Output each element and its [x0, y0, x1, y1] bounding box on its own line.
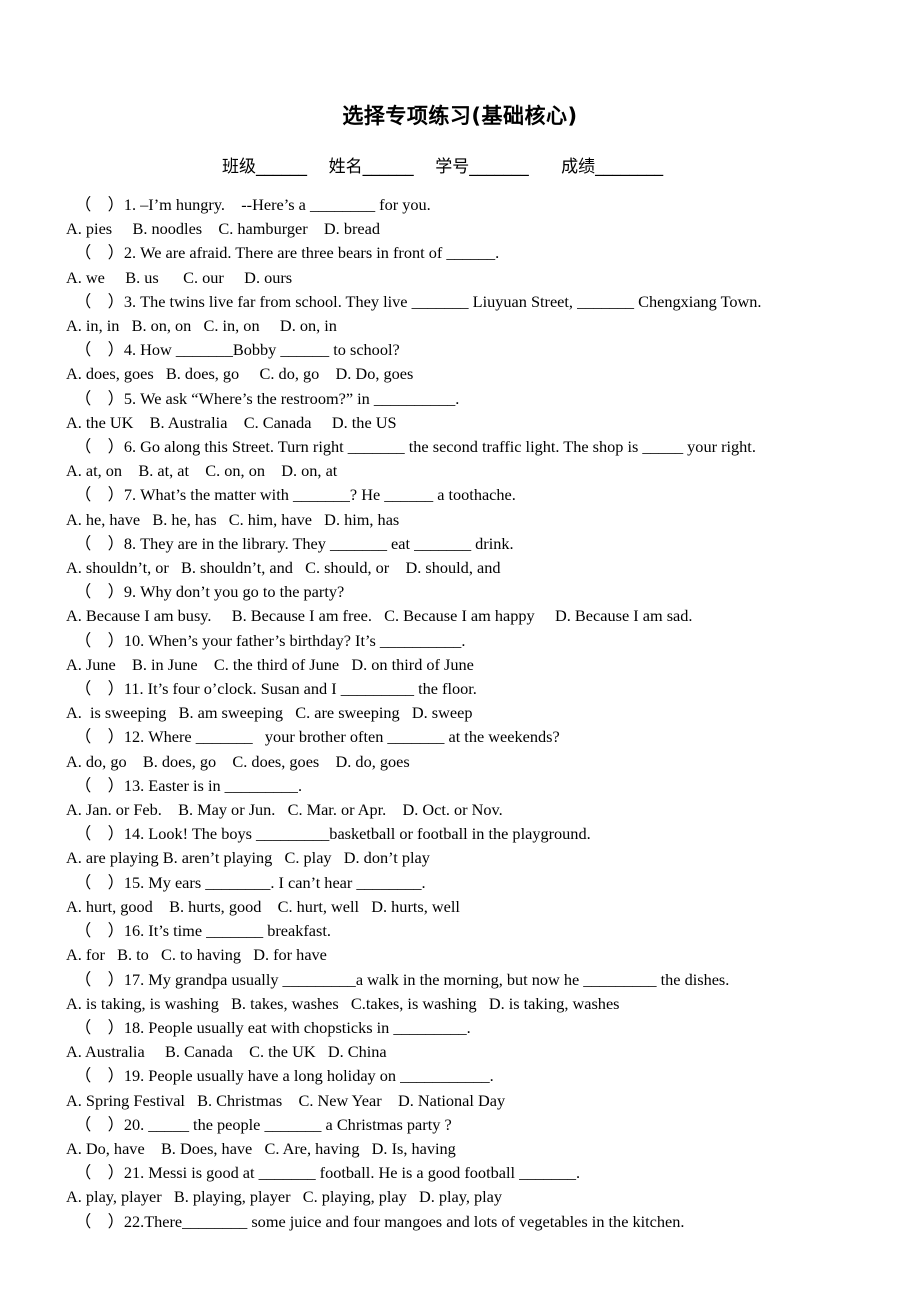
- question-options: A. does, goes B. does, go C. do, go D. D…: [66, 364, 414, 384]
- question-options: A. the UK B. Australia C. Canada D. the …: [66, 412, 397, 432]
- question-stem: （ ）3. The twins live far from school. Th…: [75, 291, 762, 311]
- question-stem: （ ）5. We ask “Where’s the restroom?” in …: [75, 388, 460, 408]
- question-item: （ ）14. Look! The boys _________basketbal…: [66, 822, 910, 870]
- question-stem: （ ）2. We are afraid. There are three bea…: [75, 243, 500, 263]
- question-options: A. is sweeping B. am sweeping C. are swe…: [66, 703, 473, 723]
- question-item: （ ）10. When’s your father’s birthday? It…: [66, 629, 910, 677]
- question-item: （ ）17. My grandpa usually _________a wal…: [66, 968, 910, 1016]
- worksheet-page: 选择专项练习(基础核心) 班级______ 姓名______ 学号_______…: [0, 0, 920, 1302]
- question-stem: （ ）8. They are in the library. They ____…: [75, 533, 514, 553]
- question-item: （ ）5. We ask “Where’s the restroom?” in …: [66, 387, 910, 435]
- question-item: （ ）19. People usually have a long holida…: [66, 1064, 910, 1112]
- question-options: A. Jan. or Feb. B. May or Jun. C. Mar. o…: [66, 800, 503, 820]
- student-info-line: 班级______ 姓名______ 学号_______ 成绩________: [222, 157, 664, 177]
- question-item: （ ）15. My ears ________. I can’t hear __…: [66, 871, 910, 919]
- question-options: A. Spring Festival B. Christmas C. New Y…: [66, 1090, 506, 1110]
- question-stem: （ ）19. People usually have a long holida…: [75, 1066, 494, 1086]
- question-item: （ ）8. They are in the library. They ____…: [66, 532, 910, 580]
- question-options: A. is taking, is washing B. takes, washe…: [66, 993, 620, 1013]
- question-options: A. Because I am busy. B. Because I am fr…: [66, 606, 693, 626]
- question-item: （ ）11. It’s four o’clock. Susan and I __…: [66, 677, 910, 725]
- question-options: A. we B. us C. our D. ours: [66, 267, 293, 287]
- question-list: （ ）1. –I’m hungry. --Here’s a ________ f…: [0, 177, 920, 1234]
- question-stem: （ ）12. Where _______ your brother often …: [75, 727, 560, 747]
- question-stem: （ ）17. My grandpa usually _________a wal…: [75, 969, 730, 989]
- question-item: （ ）21. Messi is good at _______ football…: [66, 1161, 910, 1209]
- question-item: （ ）7. What’s the matter with _______? He…: [66, 483, 910, 531]
- question-options: A. shouldn’t, or B. shouldn’t, and C. sh…: [66, 558, 501, 578]
- question-stem: （ ）6. Go along this Street. Turn right _…: [75, 437, 756, 457]
- question-item: （ ）1. –I’m hungry. --Here’s a ________ f…: [66, 193, 910, 241]
- question-options: A. play, player B. playing, player C. pl…: [66, 1187, 503, 1207]
- question-stem: （ ）22.There________ some juice and four …: [75, 1211, 685, 1231]
- question-item: （ ）13. Easter is in _________. A. Jan. or…: [66, 774, 910, 822]
- question-options: A. Australia B. Canada C. the UK D. Chin…: [66, 1042, 387, 1062]
- question-item: （ ）4. How _______Bobby ______ to school?…: [66, 338, 910, 386]
- question-item: （ ）12. Where _______ your brother often …: [66, 725, 910, 773]
- question-options: A. he, have B. he, has C. him, have D. h…: [66, 509, 400, 529]
- question-stem: （ ）1. –I’m hungry. --Here’s a ________ f…: [75, 195, 431, 214]
- question-item: （ ）6. Go along this Street. Turn right _…: [66, 435, 910, 483]
- question-stem: （ ）15. My ears ________. I can’t hear __…: [75, 872, 426, 892]
- question-stem: （ ）14. Look! The boys _________basketbal…: [75, 824, 591, 844]
- question-options: A. do, go B. does, go C. does, goes D. d…: [66, 751, 410, 771]
- question-item: （ ）16. It’s time _______ breakfast. A. fo…: [66, 919, 910, 967]
- question-stem: （ ）20. _____ the people _______ a Christ…: [75, 1114, 452, 1134]
- question-stem: （ ）11. It’s four o’clock. Susan and I __…: [75, 679, 477, 699]
- question-item: （ ）22.There________ some juice and four …: [66, 1210, 910, 1234]
- question-item: （ ）3. The twins live far from school. Th…: [66, 290, 910, 338]
- question-options: A. for B. to C. to having D. for have: [66, 945, 327, 965]
- question-options: A. in, in B. on, on C. in, on D. on, in: [66, 316, 337, 336]
- question-stem: （ ）9. Why don’t you go to the party?: [75, 582, 345, 602]
- question-options: A. are playing B. aren’t playing C. play…: [66, 848, 430, 868]
- question-item: （ ）2. We are afraid. There are three bea…: [66, 241, 910, 289]
- question-stem: （ ）4. How _______Bobby ______ to school?: [75, 340, 400, 360]
- question-item: （ ）18. People usually eat with chopstick…: [66, 1016, 910, 1064]
- question-options: A. Do, have B. Does, have C. Are, having…: [66, 1138, 456, 1158]
- question-stem: （ ）10. When’s your father’s birthday? It…: [75, 630, 466, 650]
- question-item: （ ）9. Why don’t you go to the party? A. B…: [66, 580, 910, 628]
- question-options: A. at, on B. at, at C. on, on D. on, at: [66, 461, 338, 481]
- question-options: A. June B. in June C. the third of June …: [66, 654, 474, 674]
- question-item: （ ）20. _____ the people _______ a Christ…: [66, 1113, 910, 1161]
- question-stem: （ ）13. Easter is in _________.: [75, 775, 303, 795]
- question-stem: （ ）21. Messi is good at _______ football…: [75, 1163, 581, 1183]
- question-stem: （ ）16. It’s time _______ breakfast.: [75, 921, 331, 941]
- question-options: A. pies B. noodles C. hamburger D. bread: [66, 219, 380, 239]
- page-title: 选择专项练习(基础核心): [342, 104, 578, 128]
- question-options: A. hurt, good B. hurts, good C. hurt, we…: [66, 896, 460, 916]
- question-stem: （ ）18. People usually eat with chopstick…: [75, 1017, 471, 1037]
- question-stem: （ ）7. What’s the matter with _______? He…: [75, 485, 516, 505]
